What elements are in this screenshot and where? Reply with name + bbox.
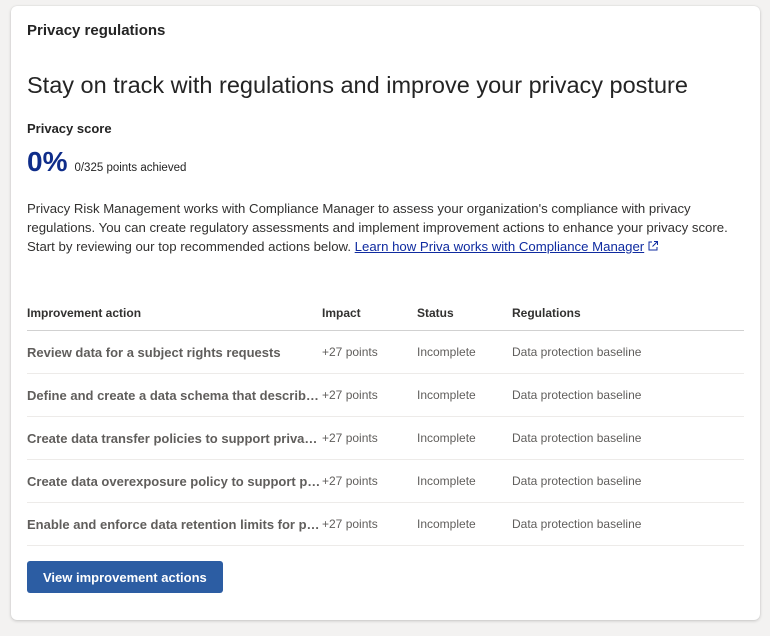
table-row[interactable]: Enable and enforce data retention limits… <box>27 503 744 546</box>
row-action[interactable]: Enable and enforce data retention limits… <box>27 517 322 532</box>
row-action[interactable]: Create data overexposure policy to suppo… <box>27 474 322 489</box>
row-status: Incomplete <box>417 517 476 531</box>
row-status: Incomplete <box>417 431 476 445</box>
table-header: Improvement action Impact Status Regulat… <box>27 296 744 331</box>
row-action[interactable]: Create data transfer policies to support… <box>27 431 322 446</box>
row-impact: +27 points <box>322 388 378 402</box>
row-impact: +27 points <box>322 345 378 359</box>
row-impact: +27 points <box>322 517 378 531</box>
privacy-score-label: Privacy score <box>27 121 112 136</box>
table-row[interactable]: Define and create a data schema that des… <box>27 374 744 417</box>
privacy-score: 0% 0/325 points achieved <box>27 146 186 178</box>
row-impact: +27 points <box>322 474 378 488</box>
description: Privacy Risk Management works with Compl… <box>27 199 743 257</box>
privacy-score-points: 0/325 points achieved <box>74 162 187 174</box>
card-title: Privacy regulations <box>27 22 166 39</box>
header-improvement-action: Improvement action <box>27 306 142 320</box>
improvement-actions-table: Improvement action Impact Status Regulat… <box>27 296 744 546</box>
header-status: Status <box>417 306 454 320</box>
privacy-regulations-card: Privacy regulations Stay on track with r… <box>11 6 760 620</box>
learn-more-link[interactable]: Learn how Priva works with Compliance Ma… <box>355 239 660 254</box>
header-regulations: Regulations <box>512 306 581 320</box>
row-regulations: Data protection baseline <box>512 474 642 488</box>
row-status: Incomplete <box>417 474 476 488</box>
row-regulations: Data protection baseline <box>512 517 642 531</box>
view-improvement-actions-button[interactable]: View improvement actions <box>27 561 223 593</box>
row-regulations: Data protection baseline <box>512 345 642 359</box>
external-link-icon <box>647 238 659 257</box>
headline: Stay on track with regulations and impro… <box>27 72 688 98</box>
table-row[interactable]: Review data for a subject rights request… <box>27 331 744 374</box>
row-action[interactable]: Review data for a subject rights request… <box>27 345 322 360</box>
row-impact: +27 points <box>322 431 378 445</box>
row-status: Incomplete <box>417 345 476 359</box>
table-row[interactable]: Create data overexposure policy to suppo… <box>27 460 744 503</box>
learn-more-link-label: Learn how Priva works with Compliance Ma… <box>354 239 645 254</box>
row-regulations: Data protection baseline <box>512 431 642 445</box>
row-action[interactable]: Define and create a data schema that des… <box>27 388 322 403</box>
row-regulations: Data protection baseline <box>512 388 642 402</box>
table-row[interactable]: Create data transfer policies to support… <box>27 417 744 460</box>
row-status: Incomplete <box>417 388 476 402</box>
header-impact: Impact <box>322 306 361 320</box>
privacy-score-value: 0% <box>27 146 68 177</box>
